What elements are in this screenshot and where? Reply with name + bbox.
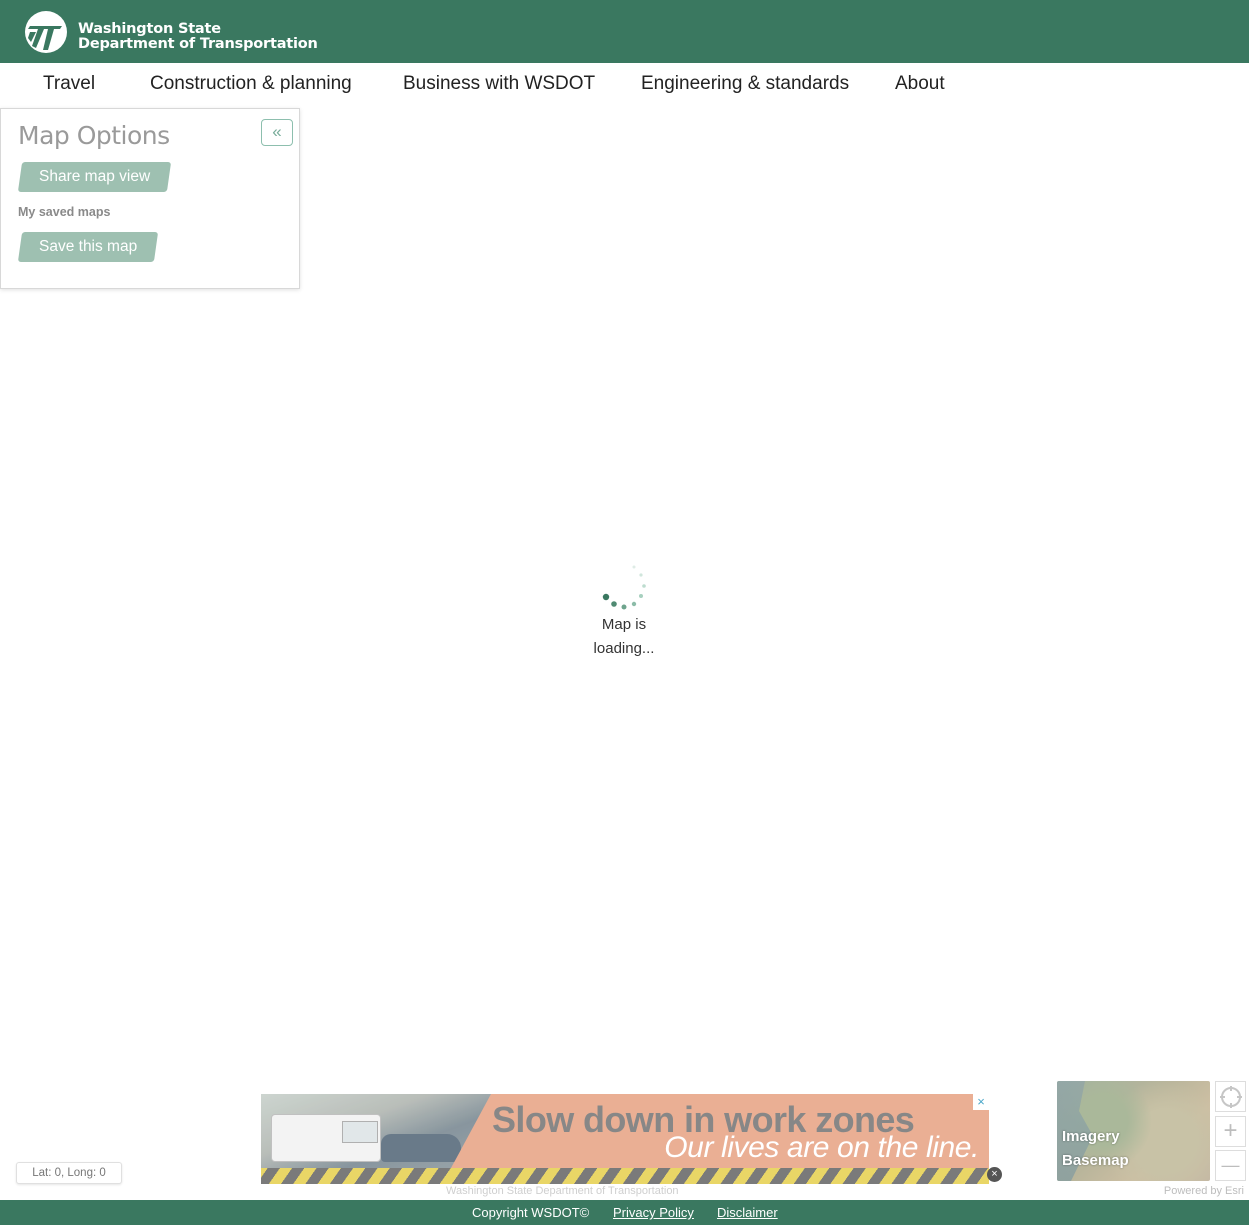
save-this-map-button[interactable]: Save this map bbox=[17, 232, 159, 262]
disclaimer-link[interactable]: Disclaimer bbox=[717, 1205, 778, 1220]
my-saved-maps-label: My saved maps bbox=[18, 205, 111, 219]
map-attribution: Washington State Department of Transport… bbox=[446, 1185, 679, 1197]
agency-name[interactable]: Washington State Department of Transport… bbox=[78, 22, 318, 52]
save-this-map-label: Save this map bbox=[39, 238, 138, 255]
banner-close-icon[interactable]: × bbox=[973, 1094, 989, 1110]
agency-name-line2: Department of Transportation bbox=[78, 36, 318, 52]
double-chevron-left-icon: « bbox=[272, 122, 282, 141]
map-loading-message: Map is loading... bbox=[574, 613, 674, 661]
basemap-toggle[interactable]: Imagery Basemap bbox=[1057, 1081, 1210, 1181]
hazard-stripes bbox=[261, 1168, 989, 1184]
agency-name-line1: Washington State bbox=[78, 21, 221, 37]
main-nav: Travel Construction & planning Business … bbox=[0, 63, 1249, 107]
locate-button[interactable] bbox=[1215, 1081, 1246, 1112]
minus-icon: — bbox=[1221, 1155, 1240, 1175]
nav-item-travel[interactable]: Travel bbox=[43, 73, 95, 95]
basemap-label: Imagery Basemap bbox=[1062, 1125, 1129, 1173]
panel-title: Map Options bbox=[18, 121, 170, 150]
map-options-panel: Map Options « Share map view My saved ma… bbox=[0, 108, 300, 289]
nav-item-engineering-standards[interactable]: Engineering & standards bbox=[641, 73, 849, 95]
powered-by-esri[interactable]: Powered by Esri bbox=[1164, 1185, 1244, 1197]
nav-item-construction-planning[interactable]: Construction & planning bbox=[150, 73, 352, 95]
page: Washington State Department of Transport… bbox=[0, 0, 1249, 1225]
privacy-policy-link[interactable]: Privacy Policy bbox=[613, 1205, 694, 1220]
wsdot-logo-icon[interactable] bbox=[24, 10, 68, 54]
nav-item-business-with-wsdot[interactable]: Business with WSDOT bbox=[403, 73, 595, 95]
basemap-label-line1: Imagery bbox=[1062, 1128, 1120, 1145]
work-zone-banner-ad[interactable]: Slow down in work zones Our lives are on… bbox=[261, 1094, 989, 1184]
banner-subline: Our lives are on the line. bbox=[664, 1131, 979, 1164]
truck-image bbox=[271, 1114, 381, 1162]
share-map-view-label: Share map view bbox=[39, 168, 151, 185]
footer-copyright: Copyright WSDOT© bbox=[472, 1205, 590, 1220]
lat-long-readout: Lat: 0, Long: 0 bbox=[16, 1162, 122, 1184]
share-map-view-button[interactable]: Share map view bbox=[17, 162, 172, 192]
basemap-label-line2: Basemap bbox=[1062, 1152, 1129, 1169]
banner-dismiss-icon[interactable]: × bbox=[987, 1167, 1002, 1182]
car-image bbox=[381, 1134, 461, 1162]
zoom-out-button[interactable]: — bbox=[1215, 1150, 1246, 1181]
loading-line1: Map is bbox=[601, 616, 647, 633]
footer: Copyright WSDOT© Privacy Policy Disclaim… bbox=[0, 1200, 1249, 1225]
zoom-in-button[interactable]: + bbox=[1215, 1116, 1246, 1147]
plus-icon: + bbox=[1223, 1117, 1238, 1144]
nav-item-about[interactable]: About bbox=[895, 73, 945, 95]
collapse-panel-button[interactable]: « bbox=[261, 119, 293, 146]
truck-cab bbox=[342, 1121, 378, 1143]
loading-spinner-icon bbox=[602, 565, 646, 610]
loading-line2: loading... bbox=[593, 640, 655, 657]
top-header: Washington State Department of Transport… bbox=[0, 0, 1249, 63]
crosshair-icon bbox=[1219, 1086, 1242, 1108]
